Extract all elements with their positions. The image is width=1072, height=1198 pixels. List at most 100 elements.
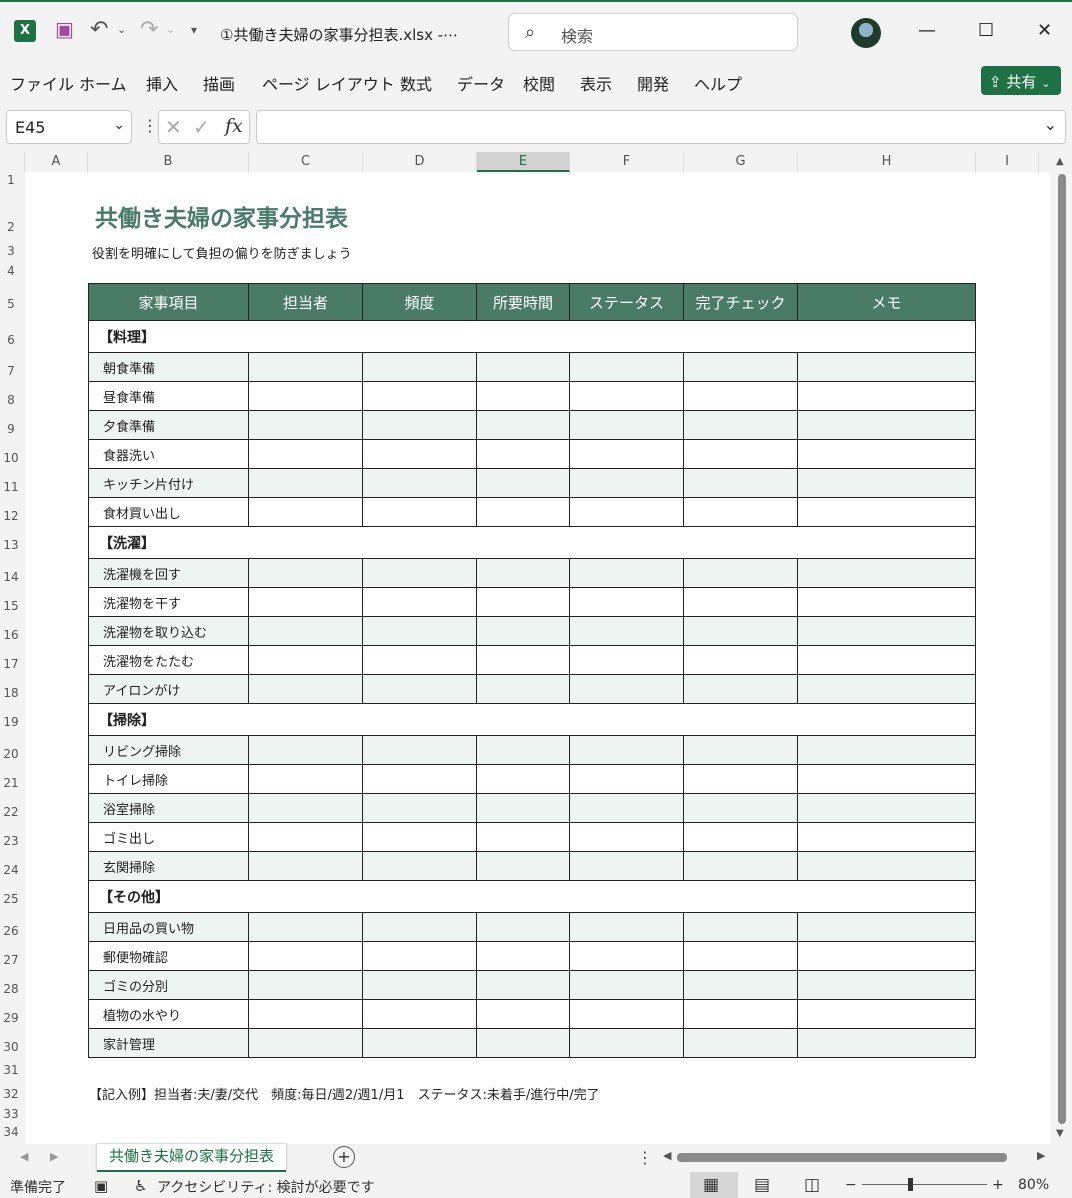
horizontal-scroll-thumb[interactable] bbox=[677, 1153, 1007, 1162]
input-cell[interactable] bbox=[797, 822, 976, 852]
input-cell[interactable] bbox=[797, 410, 976, 440]
input-cell[interactable] bbox=[569, 558, 684, 588]
input-cell[interactable] bbox=[476, 352, 570, 382]
input-cell[interactable] bbox=[476, 999, 570, 1029]
input-cell[interactable] bbox=[569, 999, 684, 1029]
input-cell[interactable] bbox=[797, 1028, 976, 1058]
input-cell[interactable] bbox=[362, 851, 477, 881]
row-header[interactable]: 22 bbox=[0, 805, 22, 819]
worksheet[interactable]: 共働き夫婦の家事分担表 役割を明確にして負担の偏りを防ぎましょう 家事項目 担当… bbox=[25, 172, 1051, 1144]
chore-item-cell[interactable]: 朝食準備 bbox=[88, 352, 249, 382]
input-cell[interactable] bbox=[248, 999, 363, 1029]
row-header[interactable]: 25 bbox=[0, 892, 22, 906]
row-header[interactable]: 20 bbox=[0, 747, 22, 761]
input-cell[interactable] bbox=[683, 999, 798, 1029]
input-cell[interactable] bbox=[569, 1028, 684, 1058]
chore-item-cell[interactable]: ゴミの分別 bbox=[88, 970, 249, 1000]
menu-draw[interactable]: 描画 bbox=[203, 71, 235, 95]
chore-item-cell[interactable]: 浴室掃除 bbox=[88, 793, 249, 823]
input-cell[interactable] bbox=[569, 793, 684, 823]
input-cell[interactable] bbox=[569, 764, 684, 794]
input-cell[interactable] bbox=[683, 970, 798, 1000]
input-cell[interactable] bbox=[683, 616, 798, 646]
chore-item-cell[interactable]: 昼食準備 bbox=[88, 381, 249, 411]
input-cell[interactable] bbox=[683, 1028, 798, 1058]
input-cell[interactable] bbox=[569, 352, 684, 382]
expand-formula-icon[interactable]: ⌄ bbox=[1044, 115, 1057, 134]
menu-view[interactable]: 表示 bbox=[580, 71, 612, 95]
input-cell[interactable] bbox=[476, 381, 570, 411]
input-cell[interactable] bbox=[476, 970, 570, 1000]
input-cell[interactable] bbox=[476, 822, 570, 852]
chore-item-cell[interactable]: ゴミ出し bbox=[88, 822, 249, 852]
input-cell[interactable] bbox=[248, 352, 363, 382]
input-cell[interactable] bbox=[569, 587, 684, 617]
row-header[interactable]: 31 bbox=[0, 1063, 22, 1077]
input-cell[interactable] bbox=[362, 587, 477, 617]
menu-formulas[interactable]: 数式 bbox=[400, 71, 432, 95]
input-cell[interactable] bbox=[476, 1028, 570, 1058]
input-cell[interactable] bbox=[362, 616, 477, 646]
chore-item-cell[interactable]: アイロンがけ bbox=[88, 674, 249, 704]
undo-icon[interactable]: ↶ bbox=[90, 19, 108, 41]
chevron-down-icon[interactable]: ⌄ bbox=[113, 117, 125, 133]
input-cell[interactable] bbox=[248, 645, 363, 675]
input-cell[interactable] bbox=[683, 764, 798, 794]
input-cell[interactable] bbox=[362, 1028, 477, 1058]
select-all-corner[interactable] bbox=[0, 152, 25, 172]
input-cell[interactable] bbox=[569, 970, 684, 1000]
input-cell[interactable] bbox=[362, 999, 477, 1029]
row-header[interactable]: 10 bbox=[0, 451, 22, 465]
header-assignee[interactable]: 担当者 bbox=[248, 283, 363, 321]
row-header[interactable]: 19 bbox=[0, 715, 22, 729]
input-cell[interactable] bbox=[362, 381, 477, 411]
input-cell[interactable] bbox=[683, 674, 798, 704]
input-cell[interactable] bbox=[248, 941, 363, 971]
row-header[interactable]: 34 bbox=[0, 1125, 22, 1139]
menu-review[interactable]: 校閲 bbox=[523, 71, 555, 95]
enter-icon[interactable]: ✓ bbox=[193, 115, 210, 139]
share-button[interactable]: ⇪ 共有 ⌄ bbox=[981, 66, 1061, 95]
input-cell[interactable] bbox=[797, 999, 976, 1029]
row-header[interactable]: 4 bbox=[0, 264, 22, 278]
input-cell[interactable] bbox=[476, 410, 570, 440]
row-header[interactable]: 18 bbox=[0, 686, 22, 700]
input-cell[interactable] bbox=[797, 381, 976, 411]
row-header[interactable]: 28 bbox=[0, 982, 22, 996]
column-header-selected[interactable]: E bbox=[477, 152, 570, 172]
input-cell[interactable] bbox=[248, 1028, 363, 1058]
input-cell[interactable] bbox=[797, 468, 976, 498]
row-header[interactable]: 13 bbox=[0, 538, 22, 552]
input-cell[interactable] bbox=[476, 793, 570, 823]
menu-page-layout[interactable]: ページ レイアウト bbox=[262, 71, 395, 95]
row-header[interactable]: 12 bbox=[0, 509, 22, 523]
row-header[interactable]: 3 bbox=[0, 244, 22, 258]
header-chore-item[interactable]: 家事項目 bbox=[88, 283, 249, 321]
chore-item-cell[interactable]: 夕食準備 bbox=[88, 410, 249, 440]
input-cell[interactable] bbox=[362, 468, 477, 498]
input-cell[interactable] bbox=[362, 439, 477, 469]
input-cell[interactable] bbox=[248, 497, 363, 527]
row-header[interactable]: 24 bbox=[0, 863, 22, 877]
input-cell[interactable] bbox=[248, 674, 363, 704]
row-header[interactable]: 15 bbox=[0, 599, 22, 613]
input-cell[interactable] bbox=[683, 587, 798, 617]
input-cell[interactable] bbox=[362, 410, 477, 440]
input-cell[interactable] bbox=[797, 941, 976, 971]
column-header[interactable]: B bbox=[88, 152, 249, 172]
input-cell[interactable] bbox=[362, 558, 477, 588]
category-label[interactable]: 【料理】 bbox=[88, 320, 976, 353]
row-header[interactable]: 2 bbox=[0, 220, 22, 234]
input-cell[interactable] bbox=[248, 764, 363, 794]
tab-splitter-icon[interactable]: ⋮ bbox=[637, 1148, 653, 1167]
input-cell[interactable] bbox=[362, 497, 477, 527]
input-cell[interactable] bbox=[476, 735, 570, 765]
menu-file[interactable]: ファイル bbox=[10, 71, 74, 95]
page-layout-view-icon[interactable]: ▤ bbox=[754, 1175, 770, 1195]
input-cell[interactable] bbox=[797, 912, 976, 942]
name-box[interactable]: E45 ⌄ bbox=[6, 110, 132, 144]
input-cell[interactable] bbox=[797, 587, 976, 617]
zoom-out-icon[interactable]: − bbox=[845, 1177, 857, 1193]
scroll-left-icon[interactable]: ◀ bbox=[663, 1149, 671, 1162]
row-header[interactable]: 17 bbox=[0, 657, 22, 671]
